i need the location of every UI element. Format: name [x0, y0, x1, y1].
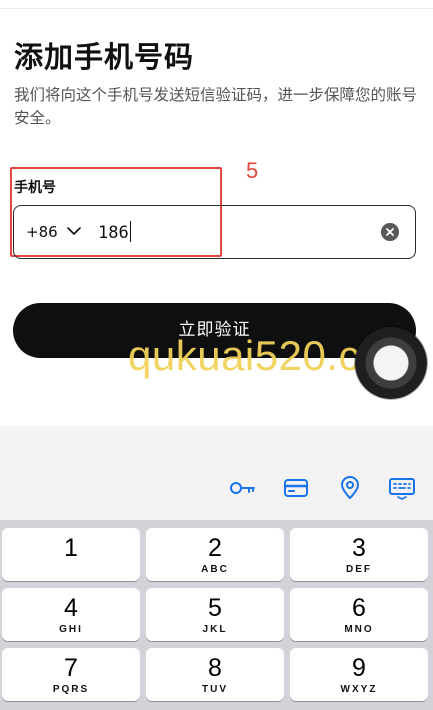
page-subtitle: 我们将向这个手机号发送短信验证码，进一步保障您的账号安全。: [14, 86, 418, 127]
key-6[interactable]: 6 MNO: [290, 588, 428, 641]
annotation-number: 5: [246, 158, 259, 183]
key-digit: 4: [64, 594, 78, 622]
phone-field-label: 手机号: [14, 180, 56, 196]
numeric-keypad: 1 2 ABC 3 DEF 4 GHI 5 JKL 6 MNO 7 PQRS 8…: [0, 520, 433, 710]
page-title: 添加手机号码: [14, 40, 195, 74]
key-2[interactable]: 2 ABC: [146, 528, 284, 581]
key-7[interactable]: 7 PQRS: [2, 648, 140, 701]
key-3[interactable]: 3 DEF: [290, 528, 428, 581]
top-divider: [0, 8, 433, 9]
key-digit: 3: [352, 534, 366, 562]
key-letters: GHI: [59, 624, 83, 635]
key-digit: 6: [352, 594, 366, 622]
key-letters: PQRS: [52, 684, 90, 695]
text-caret: [129, 221, 132, 242]
key-digit: 9: [352, 654, 366, 682]
phone-field[interactable]: +86 186: [13, 205, 416, 259]
key-letters: WXYZ: [340, 684, 378, 695]
assistive-touch-button[interactable]: [355, 327, 427, 399]
key-letters: MNO: [344, 624, 374, 635]
key-digit: 1: [64, 534, 78, 562]
clear-icon[interactable]: [381, 223, 399, 241]
location-pin-icon[interactable]: [337, 476, 363, 500]
key-9[interactable]: 9 WXYZ: [290, 648, 428, 701]
credit-card-icon[interactable]: [283, 476, 309, 500]
key-letters: DEF: [346, 564, 372, 575]
phone-number-input[interactable]: 186: [98, 221, 132, 243]
key-digit: 7: [64, 654, 78, 682]
country-code-selector[interactable]: +86: [26, 223, 58, 241]
chevron-down-icon[interactable]: [66, 223, 82, 239]
key-letters: TUV: [202, 684, 228, 695]
keyboard-icon[interactable]: [389, 476, 415, 500]
key-digit: 5: [208, 594, 222, 622]
key-digit: 2: [208, 534, 222, 562]
key-letters: ABC: [201, 564, 229, 575]
keyboard-toolbar: [0, 426, 433, 524]
key-digit: 8: [208, 654, 222, 682]
key-letters: JKL: [202, 624, 228, 635]
key-8[interactable]: 8 TUV: [146, 648, 284, 701]
key-1[interactable]: 1: [2, 528, 140, 581]
key-5[interactable]: 5 JKL: [146, 588, 284, 641]
key-icon[interactable]: [229, 476, 255, 500]
key-4[interactable]: 4 GHI: [2, 588, 140, 641]
